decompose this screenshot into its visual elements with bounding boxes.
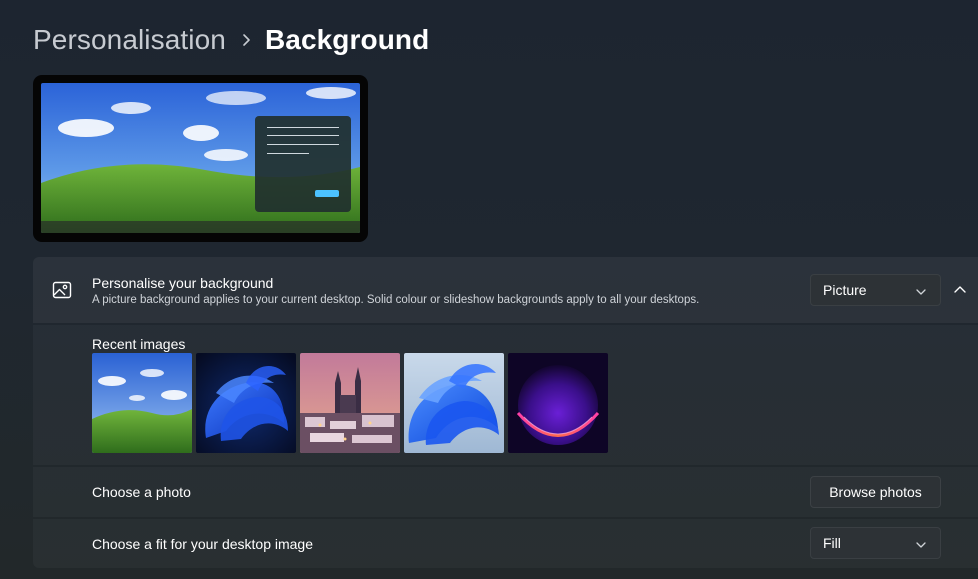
recent-images-section: Recent images [33,325,978,465]
recent-image-purple-glow[interactable] [508,353,608,453]
chevron-down-icon [916,282,926,298]
preview-taskbar [41,221,360,233]
breadcrumb-personalisation[interactable]: Personalisation [33,24,226,56]
breadcrumb: Personalisation Background [33,20,429,60]
image-icon [51,279,73,301]
background-type-value: Picture [823,282,867,298]
background-section-description: A picture background applies to your cur… [92,294,700,306]
choose-photo-row: Choose a photo Browse photos [33,467,978,517]
recent-images-label: Recent images [92,336,186,352]
browse-photos-button[interactable]: Browse photos [810,476,941,508]
choose-photo-label: Choose a photo [92,484,191,500]
chevron-up-icon[interactable] [951,281,969,299]
preview-button [315,190,339,197]
recent-image-bliss[interactable] [92,353,192,453]
recent-image-bloom-dark[interactable] [196,353,296,453]
recent-images-list [92,353,608,453]
background-section-title: Personalise your background [92,275,274,291]
preview-wallpaper [41,83,360,233]
preview-window [255,116,351,212]
recent-image-prague[interactable] [300,353,400,453]
recent-image-bloom-light[interactable] [404,353,504,453]
chevron-down-icon [916,535,926,551]
page-title: Background [264,24,430,55]
settings-page: Personalisation Background Personalise y… [0,0,978,579]
background-type-dropdown[interactable]: Picture [810,274,941,306]
chevron-right-icon [242,33,251,47]
personalise-background-card[interactable]: Personalise your background A picture ba… [33,257,978,323]
desktop-preview [33,75,368,242]
choose-fit-row: Choose a fit for your desktop image Fill [33,519,978,568]
fit-value: Fill [823,535,841,551]
fit-dropdown[interactable]: Fill [810,527,941,559]
choose-fit-label: Choose a fit for your desktop image [92,536,314,552]
